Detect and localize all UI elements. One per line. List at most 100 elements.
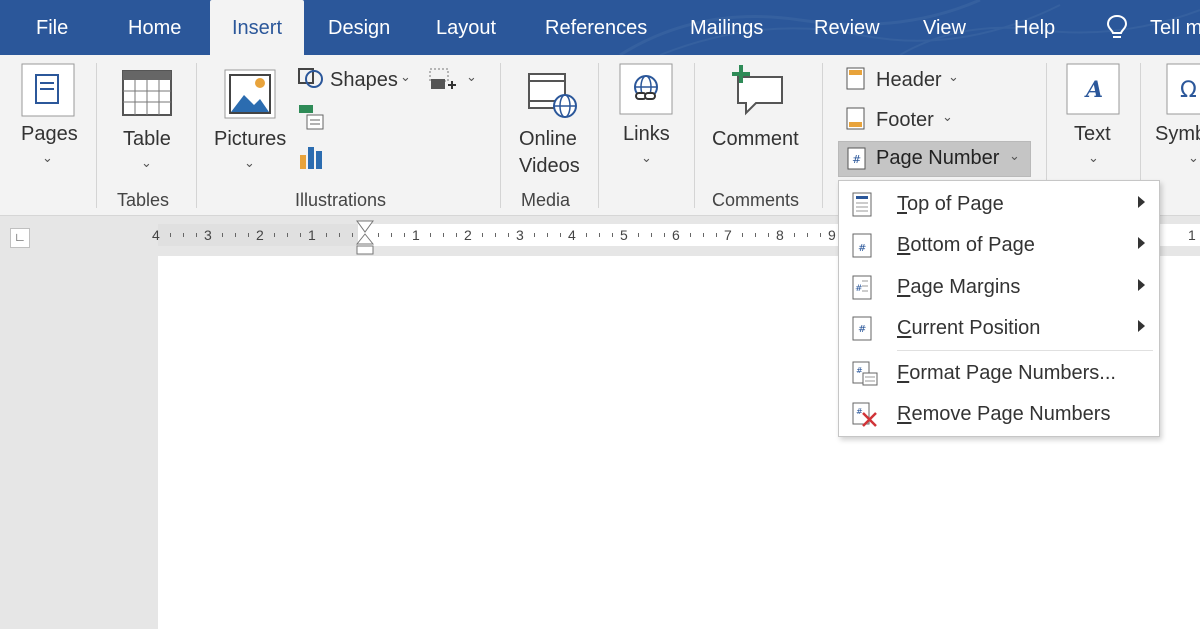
links-icon[interactable] [619, 63, 673, 115]
tab-home[interactable]: Home [128, 0, 181, 55]
chevron-down-icon: ⌄ [244, 155, 255, 170]
screenshot-icon[interactable] [428, 67, 458, 93]
svg-text:#: # [858, 324, 866, 335]
page-number-button[interactable]: # Page Number ⌄ [838, 141, 1031, 177]
tab-selector-icon[interactable]: ∟ [10, 228, 30, 248]
tab-mailings[interactable]: Mailings [690, 0, 763, 55]
page-number-button-label: Page Number [876, 147, 1000, 169]
bottom-of-page-icon: # [852, 233, 872, 258]
header-icon[interactable] [846, 67, 866, 91]
online-videos-label-line2[interactable]: Videos [519, 155, 580, 178]
group-separator [822, 63, 823, 208]
chevron-down-icon: ⌄ [641, 150, 652, 165]
chevron-down-icon: ⌄ [1188, 150, 1199, 165]
svg-text:Ω: Ω [1180, 78, 1197, 103]
submenu-arrow-icon [1138, 237, 1145, 249]
table-button-label[interactable]: Table [123, 128, 171, 151]
menu-item-top-of-page[interactable]: Top of Page [839, 184, 1159, 224]
group-label-illustrations: Illustrations [295, 190, 387, 210]
svg-text:#: # [856, 366, 863, 375]
tab-file[interactable]: File [36, 0, 68, 55]
group-separator [96, 63, 97, 208]
shapes-button-label[interactable]: Shapes [330, 69, 398, 92]
top-of-page-icon [852, 192, 872, 217]
submenu-arrow-icon [1138, 320, 1145, 332]
pictures-button-label[interactable]: Pictures [214, 128, 286, 151]
comment-button-label[interactable]: Comment [712, 128, 799, 151]
pictures-icon[interactable] [224, 69, 276, 119]
group-label-comments: Comments [712, 190, 800, 210]
links-button-label[interactable]: Links [623, 123, 670, 146]
submenu-arrow-icon [1138, 196, 1145, 208]
group-separator [500, 63, 501, 208]
tab-help[interactable]: Help [1014, 0, 1055, 55]
header-button-label[interactable]: Header [876, 69, 942, 92]
table-icon[interactable] [122, 70, 172, 116]
tell-me-search[interactable]: Tell m [1150, 0, 1200, 55]
online-videos-label-line1[interactable]: Online [519, 128, 577, 151]
tab-review[interactable]: Review [814, 0, 880, 55]
menu-item-label: Current Position [897, 317, 1041, 339]
ribbon-tab-bar: File Home Insert Design Layout Reference… [0, 0, 1200, 55]
tab-layout[interactable]: Layout [436, 0, 496, 55]
chevron-down-icon: ⌄ [948, 69, 959, 84]
menu-item-remove-page-numbers[interactable]: # Remove Page Numbers [839, 394, 1159, 434]
svg-text:#: # [856, 407, 863, 416]
page-number-dropdown-menu: Top of Page # Bottom of Page # Page Marg… [838, 180, 1160, 437]
menu-item-label: Remove Page Numbers [897, 403, 1111, 425]
page-margins-icon: # [852, 275, 872, 300]
format-page-numbers-icon: # [852, 361, 878, 386]
ruler-number: 1 [1188, 227, 1196, 243]
menu-item-bottom-of-page[interactable]: # Bottom of Page [839, 225, 1159, 265]
group-label-media: Media [521, 190, 571, 210]
menu-item-current-position[interactable]: # Current Position [839, 308, 1159, 348]
document-left-margin-area [0, 256, 158, 629]
pages-button-label[interactable]: Pages [21, 123, 78, 146]
shapes-icon[interactable] [297, 65, 325, 91]
symbols-button-label[interactable]: Symb [1155, 123, 1200, 146]
footer-icon[interactable] [846, 107, 866, 131]
footer-button-label[interactable]: Footer [876, 109, 934, 132]
tab-view[interactable]: View [923, 0, 966, 55]
tab-references[interactable]: References [545, 0, 647, 55]
svg-text:A: A [1084, 77, 1103, 103]
chevron-down-icon: ⌄ [400, 69, 411, 84]
svg-text:#: # [852, 153, 861, 166]
pages-icon [21, 63, 75, 117]
group-separator [196, 63, 197, 208]
group-separator [694, 63, 695, 208]
text-box-icon[interactable]: A [1066, 63, 1120, 115]
text-button-label[interactable]: Text [1074, 123, 1111, 146]
group-separator [598, 63, 599, 208]
menu-item-label: Format Page Numbers... [897, 362, 1116, 384]
comment-icon[interactable] [730, 63, 786, 117]
tab-design[interactable]: Design [328, 0, 390, 55]
online-videos-icon[interactable] [527, 70, 579, 118]
menu-item-format-page-numbers[interactable]: # Format Page Numbers... [839, 353, 1159, 393]
menu-divider [897, 350, 1153, 351]
svg-text:#: # [858, 243, 866, 254]
remove-page-numbers-icon: # [852, 402, 877, 427]
chevron-down-icon: ⌄ [466, 69, 477, 84]
group-label-tables: Tables [117, 190, 170, 210]
current-position-icon: # [852, 316, 872, 341]
chevron-down-icon: ⌄ [141, 155, 152, 170]
smartart-icon[interactable] [297, 103, 327, 131]
chevron-down-icon: ⌄ [1009, 148, 1020, 163]
menu-item-label: Top of Page [897, 193, 1004, 215]
indent-marker-icon[interactable] [356, 220, 374, 256]
tab-insert[interactable]: Insert [210, 0, 304, 55]
ruler-ticks [170, 233, 821, 237]
svg-text:#: # [855, 284, 863, 294]
menu-item-label: Bottom of Page [897, 234, 1035, 256]
symbol-icon[interactable]: Ω [1166, 63, 1200, 115]
chevron-down-icon: ⌄ [1088, 150, 1099, 165]
submenu-arrow-icon [1138, 279, 1145, 291]
menu-item-page-margins[interactable]: # Page Margins [839, 267, 1159, 307]
page-number-icon: # [847, 147, 866, 170]
chevron-down-icon: ⌄ [42, 150, 53, 165]
chevron-down-icon: ⌄ [942, 109, 953, 124]
chart-icon[interactable] [297, 143, 325, 171]
lightbulb-icon[interactable] [1106, 14, 1128, 42]
menu-item-label: Page Margins [897, 276, 1021, 298]
